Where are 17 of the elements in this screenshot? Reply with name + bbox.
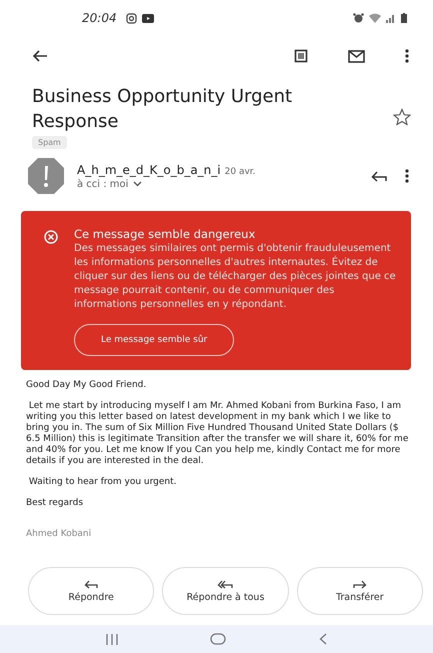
recipients-text: à cci : moi: [77, 178, 128, 190]
warning-title: Ce message semble dangereux: [74, 227, 256, 242]
action-button[interactable]: Répondre à tous: [162, 567, 289, 615]
warning-text: Des messages similaires ont permis d'obtenir frauduleusement les informations personnelles d'autres internautes. Évitez de cliquer sur des liens ou de télécharger des pièces jointes que ce message pourrait contenir, ou de communiquer des informations personnelles en y répondant.: [74, 242, 397, 312]
email-date: 20 avr.: [224, 166, 256, 176]
safe-message-button[interactable]: Le message semble sûr: [74, 324, 234, 356]
body-paragraph: Ahmed Kobani: [26, 529, 92, 540]
status-time: 20:04: [82, 11, 117, 25]
body-paragraph: Best regards: [26, 498, 84, 509]
action-button[interactable]: Transférer: [296, 567, 423, 615]
email-subject: Business Opportunity Urgent Response: [32, 85, 294, 134]
body-paragraph: Waiting to hear from you urgent.: [28, 477, 178, 488]
sender-name: A_h_m_e_d_K_o_b_a_n_i: [77, 162, 221, 176]
spam-label: Spam: [32, 136, 67, 149]
action-button[interactable]: Répondre: [28, 567, 154, 615]
body-paragraph: Let me start by introducing myself I am Mr. Ahmed Kobani from Burkina Faso, I am writing you this letter based on latest development in my bank which I we like to bring you in. The sum of Six Million Five Hundred Thousand United State Dollars ($ 6.5 Million) this is legitimate Transition after the transfer we will share it, 60% for me and 40% for you. Let me know If you Can you help me, kindly Contact me for more details if you are interested in the deal.: [26, 401, 410, 467]
body-paragraph: Good Day My Good Friend.: [26, 380, 148, 391]
